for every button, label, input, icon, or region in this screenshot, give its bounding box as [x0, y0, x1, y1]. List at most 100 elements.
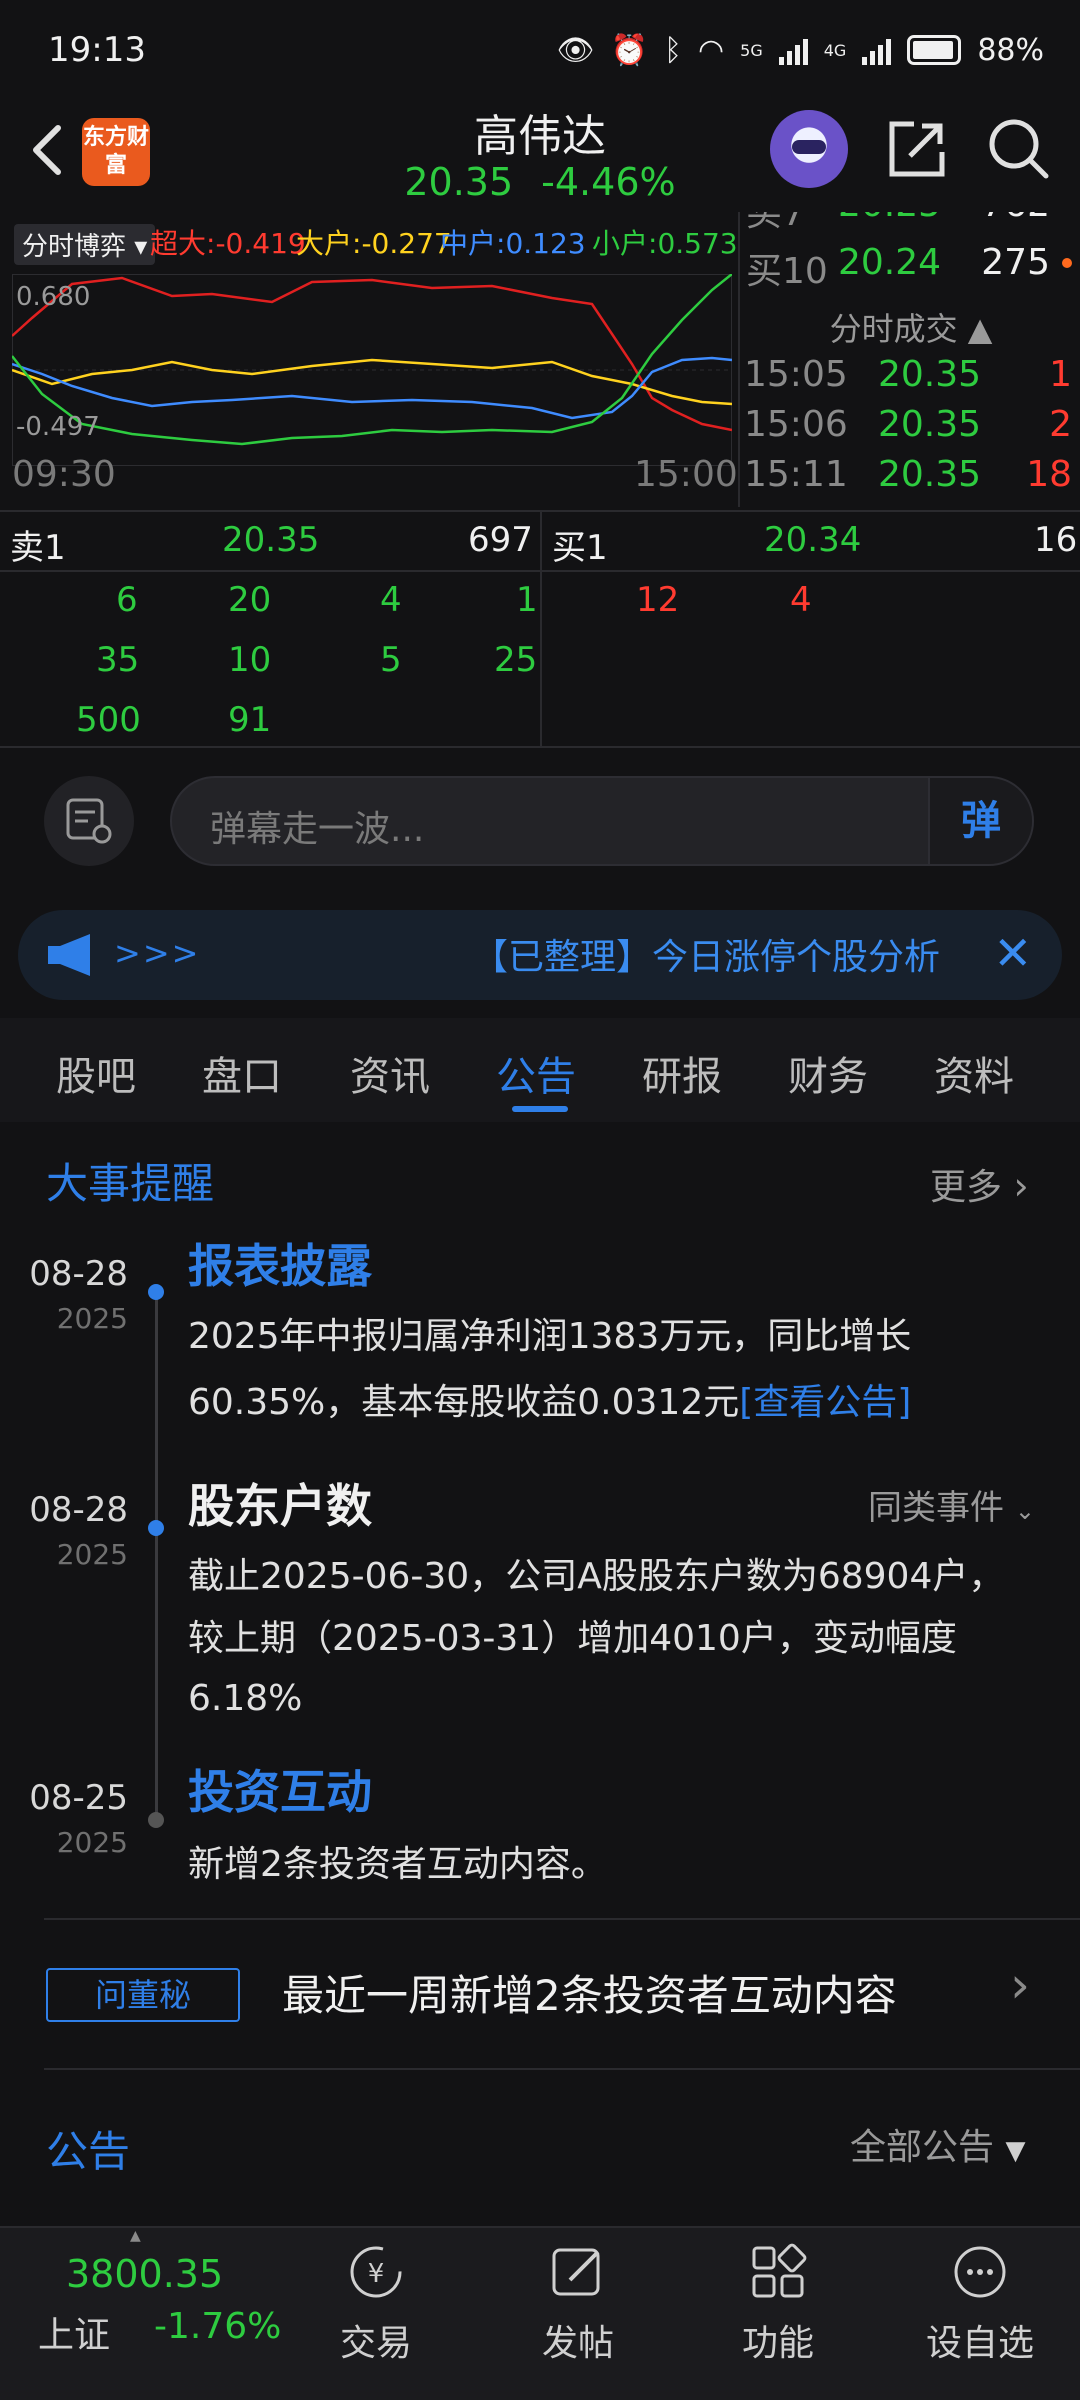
tab-profile[interactable]: 资料 [934, 1044, 1014, 1102]
divider [44, 1918, 1080, 1920]
chevron-right-icon: › [1013, 1164, 1029, 1208]
buy-queue-qty: 12 [636, 580, 680, 620]
similar-events-dropdown[interactable]: 同类事件 ⌄ [868, 1480, 1035, 1529]
sell-queue-qty: 4 [380, 580, 402, 620]
signal-icon [778, 35, 808, 65]
stock-price: 20.35 [404, 160, 514, 204]
flow-medium: 中户:0.123 [440, 227, 586, 260]
event-body-line: 60.35%，基本每股收益0.0312元[查看公告] [188, 1382, 912, 1423]
event-body-line: 截止2025-06-30，公司A股股东户数为68904户， [188, 1556, 1005, 1597]
tab-news[interactable]: 资讯 [350, 1044, 430, 1102]
nav-add-watchlist[interactable]: 设自选 [900, 2240, 1060, 2366]
timeline-dot [148, 1520, 164, 1536]
event-body-line: 较上期（2025-03-31）增加4010户，变动幅度 [188, 1618, 957, 1659]
nav-trade[interactable]: ¥ 交易 [296, 2240, 456, 2366]
sell-queue-qty: 500 [76, 700, 141, 740]
nav-functions[interactable]: 功能 [698, 2240, 858, 2366]
chart-time-end: 15:00 [634, 454, 738, 495]
ask-secretary-badge: 问董秘 [46, 1968, 240, 2022]
banner-text[interactable]: 【已整理】今日涨停个股分析 [472, 928, 992, 980]
flow-large: 大户:-0.277 [296, 227, 452, 260]
sell-queue-qty: 25 [494, 640, 538, 680]
alarm-icon: ⏰ [610, 32, 648, 68]
buy1-price: 20.34 [764, 520, 862, 560]
buy-queue-qty: 4 [790, 580, 812, 620]
sell1-qty: 697 [468, 520, 533, 560]
edit-icon [552, 2248, 600, 2296]
caret-up-icon: ▲ [130, 2228, 141, 2244]
event-year: 2025 [56, 1302, 128, 1335]
series-super-large [12, 276, 732, 432]
sell-queue-qty: 91 [228, 700, 272, 740]
index-value[interactable]: 3800.35 [66, 2252, 223, 2296]
battery-percent: 88% [977, 32, 1044, 68]
chart-time-start: 09:30 [12, 454, 116, 495]
event-body-line: 新增2条投资者互动内容。 [188, 1844, 607, 1885]
event-date: 08-28 [29, 1490, 128, 1530]
tab-finance[interactable]: 财务 [788, 1044, 868, 1102]
buy1-qty: 16 [1034, 520, 1078, 560]
orange-dot-icon [1062, 258, 1072, 268]
eye-icon: 👁 [556, 32, 595, 68]
tape-row: 15:06 20.35 2 [744, 404, 1072, 445]
battery-icon [907, 35, 962, 65]
grid-icon [752, 2243, 807, 2298]
close-icon[interactable]: ✕ [993, 926, 1032, 980]
event-date: 08-28 [29, 1254, 128, 1294]
event-year: 2025 [56, 1538, 128, 1571]
timeline-dot [148, 1812, 164, 1828]
tape-row: 15:11 20.35 18 [744, 454, 1072, 495]
status-time: 19:13 [48, 30, 146, 70]
sell-queue-qty: 35 [96, 640, 140, 680]
tab-guba[interactable]: 股吧 [56, 1044, 136, 1102]
tab-announcements[interactable]: 公告 [496, 1044, 576, 1102]
event-title[interactable]: 投资互动 [188, 1756, 372, 1822]
capital-flow-chart[interactable]: 分时博弈 ▾ 超大:-0.419 大户:-0.277 中户:0.123 小户:0… [0, 212, 738, 507]
danmaku-toggle-button[interactable]: 弹 [928, 778, 1032, 864]
tape-title[interactable]: 分时成交 ▲ [740, 304, 1080, 350]
events-more-link[interactable]: 更多 › [930, 1158, 1029, 1210]
event-title[interactable]: 报表披露 [188, 1230, 372, 1296]
danmaku-settings-button[interactable] [44, 776, 134, 866]
search-icon[interactable] [986, 116, 1052, 182]
tab-bar: 股吧 盘口 资讯 公告 研报 财务 资料 [0, 1018, 1080, 1122]
sell-queue-qty: 5 [380, 640, 402, 680]
chart-y-min: -0.497 [16, 412, 100, 442]
wifi-icon: ◠ [697, 32, 725, 68]
chevron-right-icon[interactable]: › [1010, 1956, 1030, 2014]
ask-secretary-text[interactable]: 最近一周新增2条投资者互动内容 [282, 1962, 897, 2023]
banner-arrows: >>> [114, 934, 201, 972]
news-banner[interactable]: >>> 【已整理】今日涨停个股分析 ✕ [18, 910, 1062, 1000]
danmaku-input[interactable]: 弹幕走一波... 弹 [170, 776, 1034, 866]
tab-pankou[interactable]: 盘口 [202, 1044, 282, 1102]
event-date: 08-25 [29, 1778, 128, 1818]
view-announcement-link[interactable]: [查看公告] [739, 1382, 911, 1423]
sell-queue-qty: 1 [516, 580, 538, 620]
svg-text:¥: ¥ [368, 2259, 385, 2289]
stock-header: 东方财富 高伟达 20.35 -4.46% [0, 100, 1080, 210]
flow-super-large: 超大:-0.419 [150, 227, 306, 260]
ai-assistant-icon[interactable] [770, 110, 848, 188]
status-icons: 👁 ⏰ ᛒ ◠ 5G 4G 88% [557, 28, 1044, 72]
chart-mode-dropdown[interactable]: 分时博弈 ▾ [14, 224, 156, 265]
series-large [12, 358, 732, 406]
sell-queue-qty: 10 [228, 640, 272, 680]
status-bar: 19:13 👁 ⏰ ᛒ ◠ 5G 4G 88% [0, 0, 1080, 100]
danmaku-settings-icon [66, 798, 112, 844]
flow-small: 小户:0.573 [592, 227, 738, 260]
nav-post[interactable]: 发帖 [498, 2240, 658, 2366]
tab-research[interactable]: 研报 [642, 1044, 722, 1102]
tape-buy10-row: 买10 20.24 275 [740, 242, 1080, 292]
chevron-down-icon: ⌄ [1014, 1497, 1035, 1525]
announcement-filter-dropdown[interactable]: 全部公告 ▼ [850, 2118, 1025, 2170]
danmaku-placeholder: 弹幕走一波... [210, 809, 425, 850]
trade-tape[interactable]: 买7 20.25 762 买10 20.24 275 分时成交 ▲ 15:05 … [738, 212, 1080, 507]
share-icon[interactable] [884, 116, 950, 182]
sell-queue-qty: 20 [228, 580, 272, 620]
sell1-price: 20.35 [222, 520, 320, 560]
active-tab-indicator [512, 1106, 568, 1112]
order-book[interactable]: 卖1 20.35 697 买1 20.34 16 6 20 4 1 35 10 … [0, 510, 1080, 748]
event-title: 股东户数 [188, 1479, 372, 1533]
signal-icon-2 [862, 35, 892, 65]
index-change: -1.76% [154, 2306, 282, 2347]
